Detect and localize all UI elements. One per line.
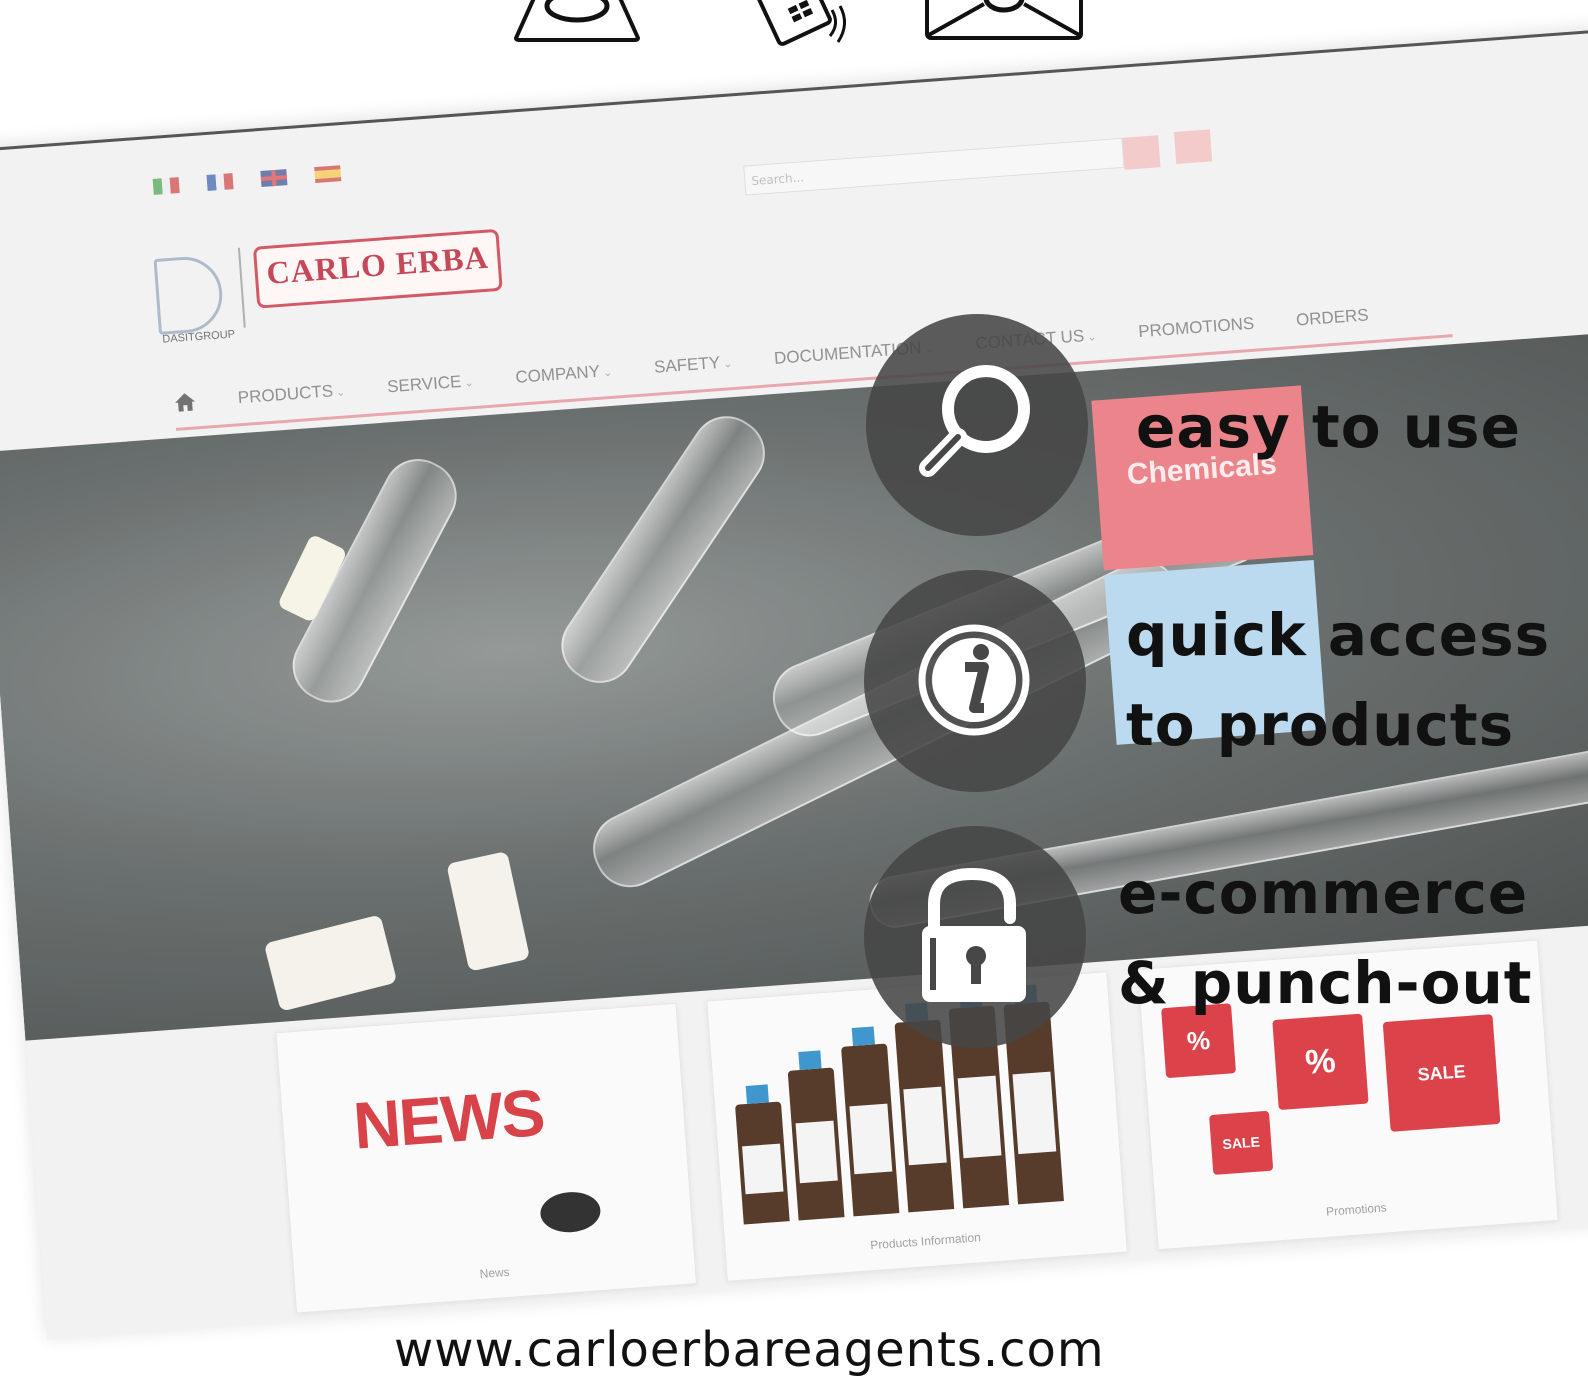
language-flags [152,165,342,195]
search-input[interactable]: Search... [743,137,1125,196]
dasit-group-logo-text: DASITGROUP [161,328,236,346]
lock-icon [922,867,1026,1002]
news-card[interactable]: NEWS News [275,1002,698,1314]
nav-safety[interactable]: SAFETY [653,352,733,378]
nav-promotions[interactable]: PROMOTIONS [1138,314,1255,342]
news-word: NEWS [350,1074,546,1163]
nav-company[interactable]: COMPANY [515,361,613,388]
promotions-caption: Promotions [1325,1200,1388,1219]
home-icon[interactable] [173,391,196,413]
magnifier-icon [919,365,1030,477]
reset-button[interactable] [1173,129,1213,164]
logo-divider [237,247,246,328]
reagent-bottle [735,1084,790,1225]
sale-cube: % [1272,1013,1369,1110]
nav-orders[interactable]: ORDERS [1295,305,1369,330]
uk-flag-icon[interactable] [260,169,288,188]
phone-icon [748,0,858,50]
email-icon [924,0,1084,42]
feature-lock-circle [864,826,1086,1048]
sale-cube: SALE [1382,1014,1501,1132]
products-info-caption: Products Information [869,1230,982,1253]
feature-easy-text: easy to use [1136,393,1521,461]
feature-ecommerce-line1: e-commerce [1118,859,1529,927]
glass-tube [547,402,779,697]
septum-cap [263,914,398,1012]
spain-flag-icon[interactable] [314,165,342,184]
reagent-bottle [787,1050,845,1221]
news-caption: News [479,1264,511,1281]
website-url[interactable]: www.carloerbareagents.com [394,1322,1105,1378]
feature-ecommerce-line2: & punch-out [1118,949,1533,1017]
septum-cap [446,851,531,972]
feature-search-circle [866,314,1088,536]
reagent-bottle [841,1026,900,1217]
dasit-group-logo: DASITGROUP [153,254,235,346]
carlo-erba-logo[interactable]: CARLO ERBA [252,228,503,309]
feature-quick-line1: quick access [1126,601,1551,669]
reagent-bottle [894,1002,955,1213]
feature-quick-line2: to products [1126,691,1515,759]
mouse-image [539,1190,602,1235]
france-flag-icon[interactable] [206,173,234,191]
search-button[interactable] [1122,135,1161,170]
nav-service[interactable]: SERVICE [386,371,474,397]
nav-products[interactable]: PRODUCTS [237,380,346,408]
user-icon [512,0,642,42]
feature-info-circle [864,570,1086,792]
sale-cube: SALE [1209,1110,1274,1175]
info-icon [918,624,1030,736]
italy-flag-icon[interactable] [152,177,180,195]
